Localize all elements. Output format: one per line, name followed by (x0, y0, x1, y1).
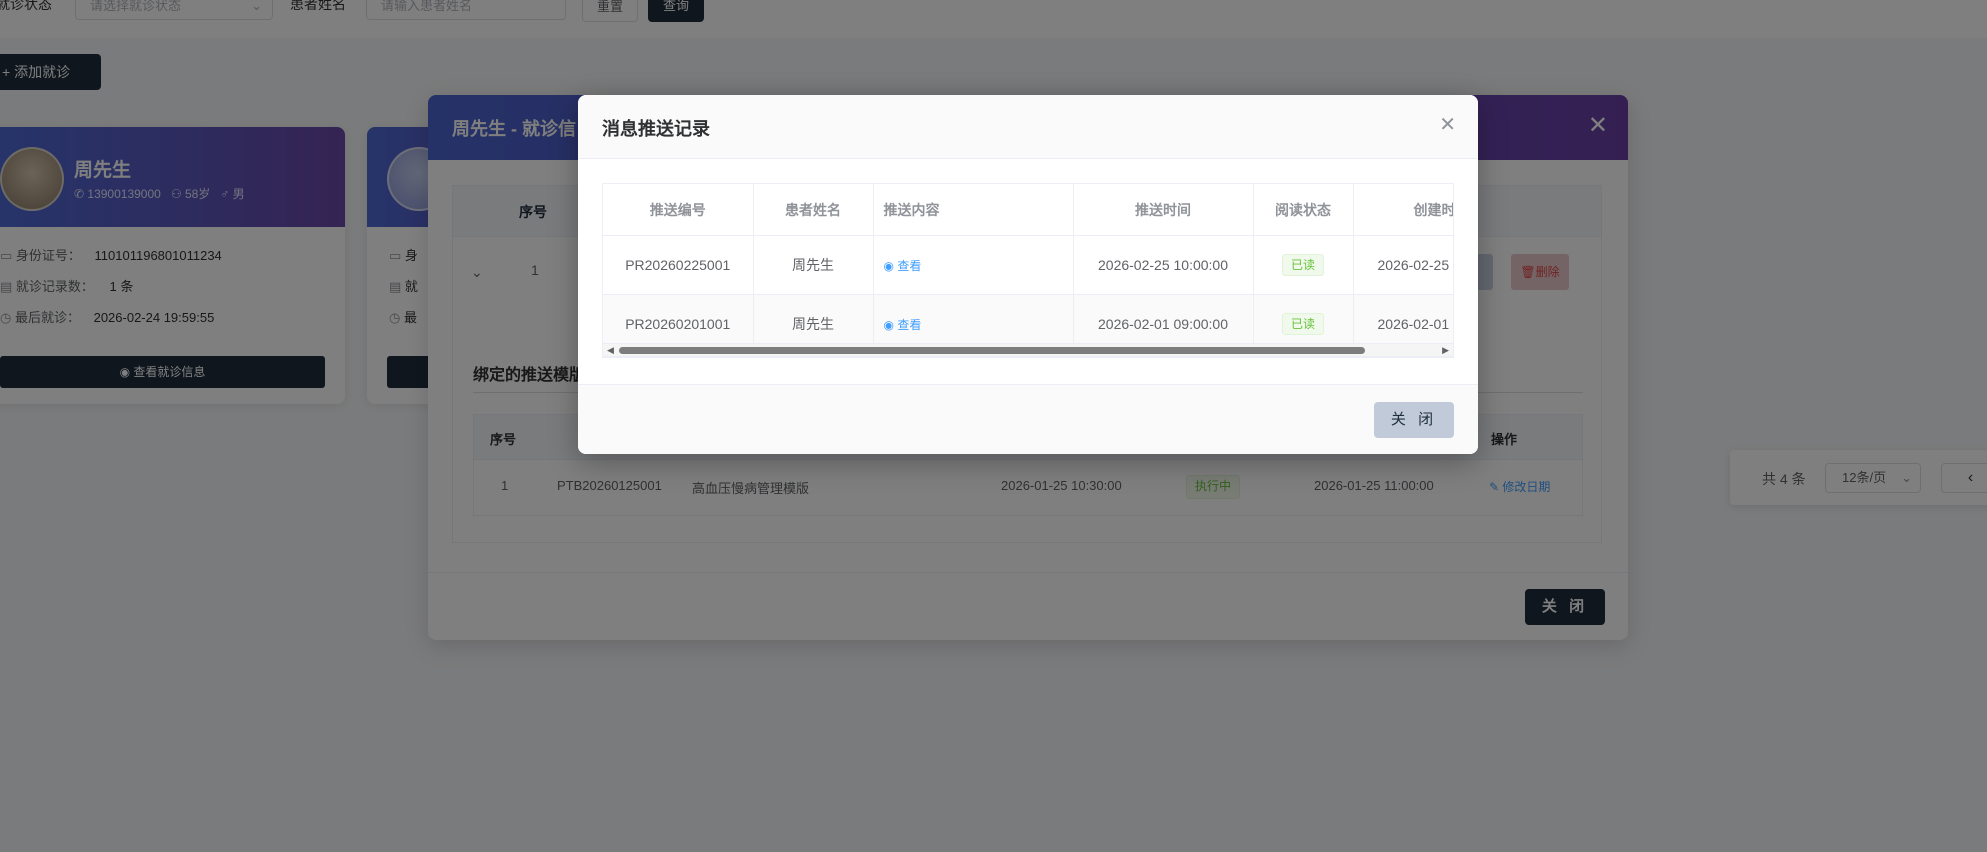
view-content-link[interactable]: ◉ 查看 (884, 318, 922, 332)
table-row: PR20260225001 周先生 ◉ 查看 2026-02-25 10:00:… (603, 235, 1453, 295)
status-badge: 已读 (1281, 254, 1324, 276)
eye-icon: ◉ (883, 258, 894, 273)
view-content-label: 查看 (897, 317, 922, 332)
col-created-time: 创建时 (1353, 184, 1453, 236)
push-dialog-footer: 关 闭 (578, 384, 1478, 454)
cell-created-time: 2026-02-25 (1353, 235, 1453, 295)
cell-push-content: ◉ 查看 (873, 235, 1074, 295)
close-icon[interactable]: ✕ (1439, 112, 1456, 137)
scroll-right-arrow-icon[interactable]: ▶ (1442, 345, 1449, 356)
push-dialog-title: 消息推送记录 (602, 119, 710, 139)
push-records-table: 推送编号 患者姓名 推送内容 推送时间 阅读状态 创建时 PR202602250… (602, 183, 1454, 358)
push-records-dialog: 消息推送记录 ✕ 推送编号 患者姓名 推送内容 推送时间 阅读状态 创建时 PR… (578, 95, 1478, 454)
push-dialog-close-button[interactable]: 关 闭 (1374, 402, 1454, 438)
cell-read-status: 已读 (1253, 235, 1354, 295)
status-badge: 已读 (1281, 313, 1324, 335)
table-header-row: 推送编号 患者姓名 推送内容 推送时间 阅读状态 创建时 (603, 184, 1453, 236)
view-content-link[interactable]: ◉ 查看 (884, 259, 922, 273)
scrollbar-thumb[interactable] (619, 347, 1365, 354)
col-push-code: 推送编号 (603, 184, 754, 236)
push-dialog-header: 消息推送记录 ✕ (578, 95, 1478, 159)
col-patient-name: 患者姓名 (753, 184, 874, 236)
scroll-left-arrow-icon[interactable]: ◀ (607, 345, 614, 356)
col-read-status: 阅读状态 (1253, 184, 1354, 236)
cell-push-time: 2026-02-25 10:00:00 (1073, 235, 1254, 295)
col-push-content: 推送内容 (873, 184, 1074, 236)
cell-push-code: PR20260225001 (603, 235, 754, 295)
col-push-time: 推送时间 (1073, 184, 1254, 236)
eye-icon: ◉ (883, 317, 894, 332)
horizontal-scrollbar[interactable]: ◀ ▶ (602, 343, 1454, 357)
view-content-label: 查看 (897, 258, 922, 273)
cell-patient-name: 周先生 (753, 235, 874, 295)
